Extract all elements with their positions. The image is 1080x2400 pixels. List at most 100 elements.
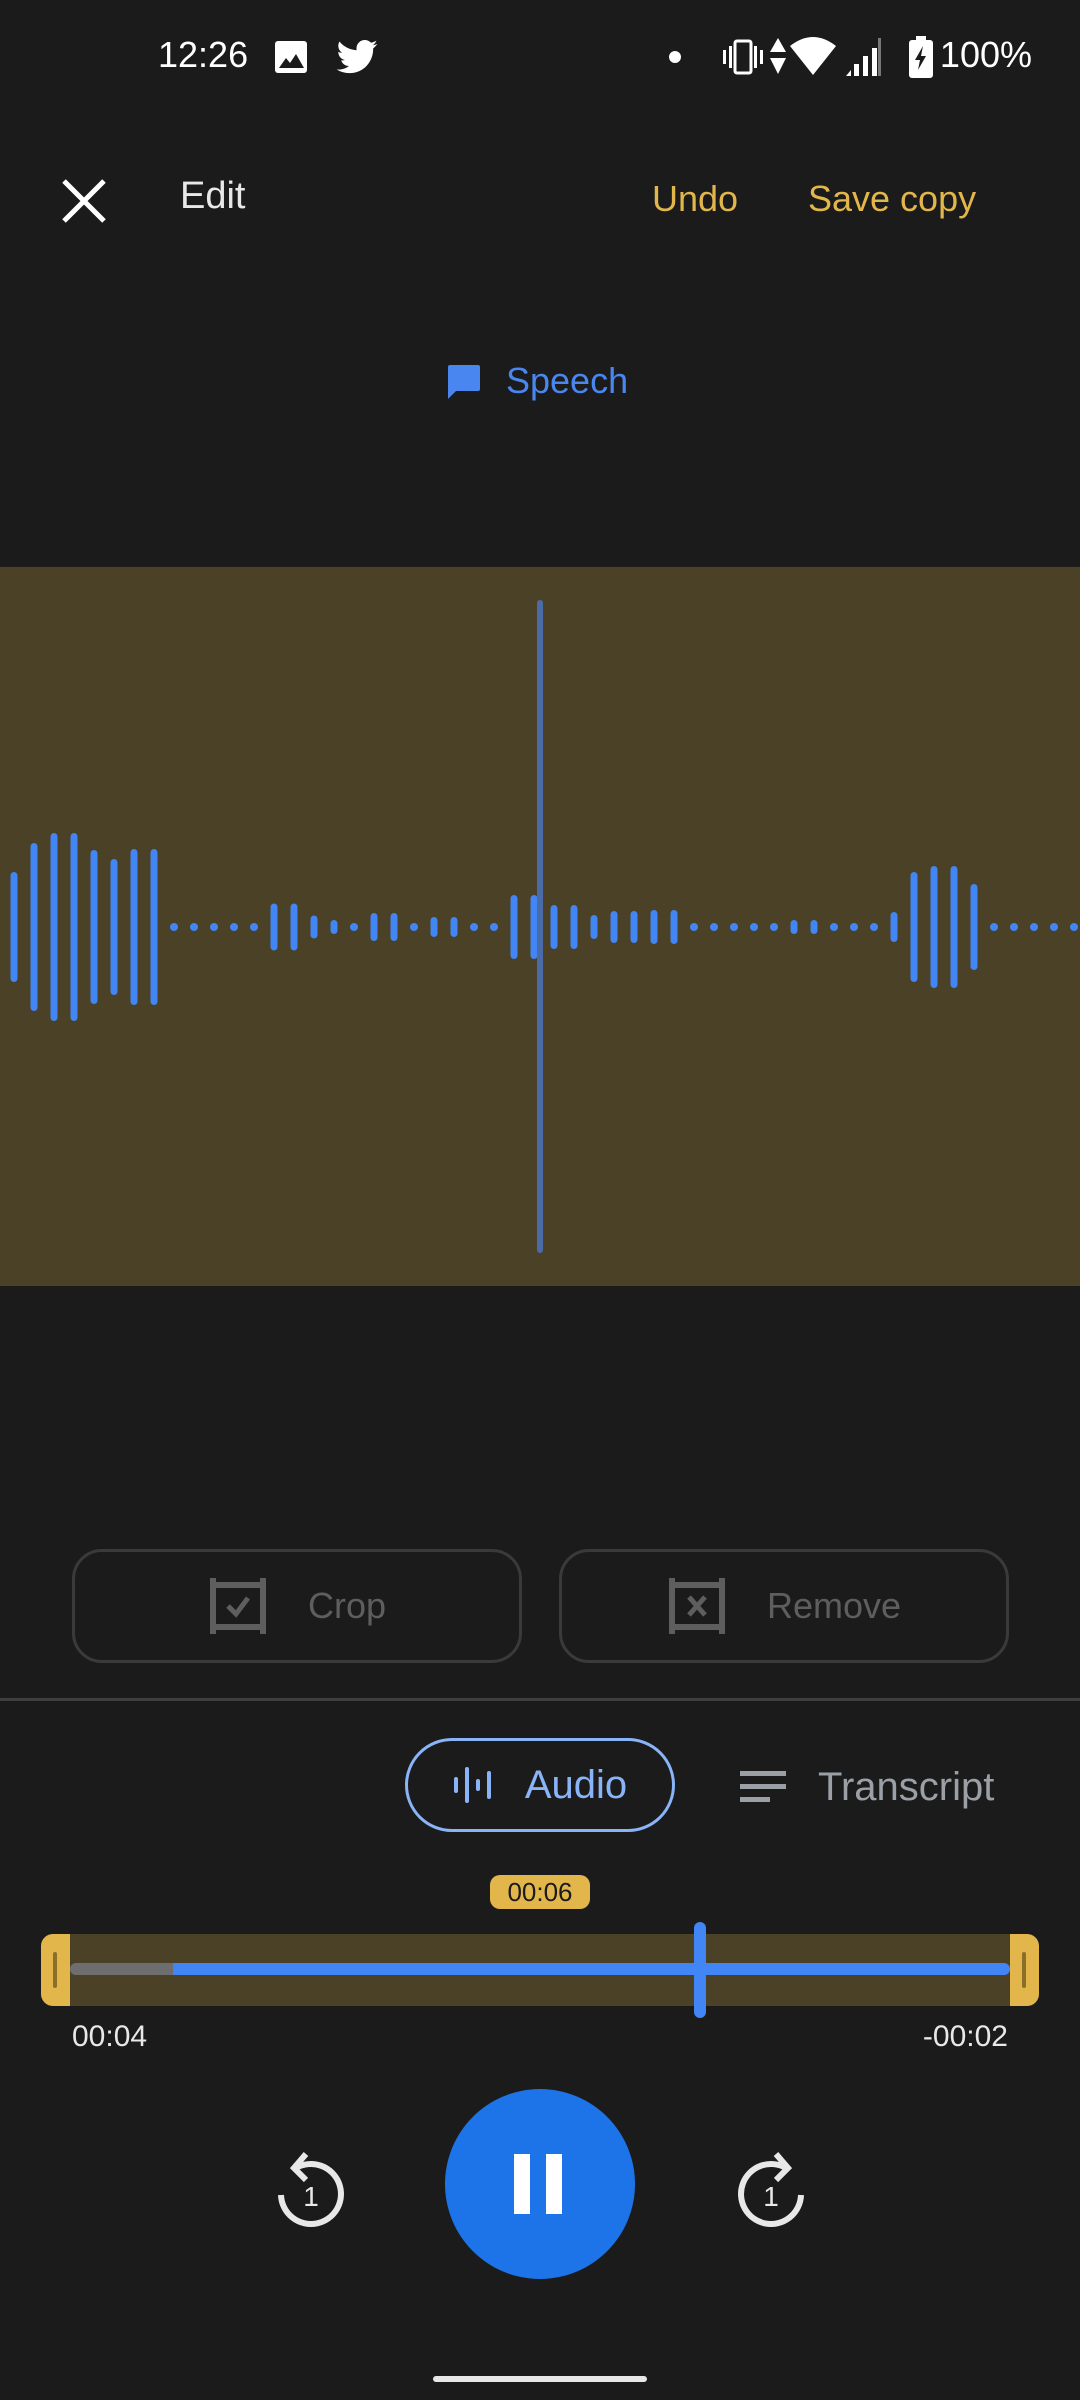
waveform-bar (90, 850, 98, 1004)
handle-grip (53, 1952, 57, 1988)
waveform-bar (570, 905, 578, 949)
vibrate-icon (723, 39, 763, 75)
transcript-label: Transcript (818, 1764, 995, 1809)
speech-label: Speech (446, 360, 628, 402)
waveform-dot (170, 923, 178, 931)
waveform-bar (30, 843, 38, 1011)
waveform-bar (610, 911, 618, 943)
waveform-bar (150, 849, 158, 1005)
waveform-dot (850, 923, 858, 931)
crop-button[interactable]: Crop (72, 1549, 522, 1663)
forward-seconds: 1 (763, 2181, 779, 2212)
waveform-bar (290, 903, 298, 951)
waveform-bar (390, 913, 398, 941)
start-time: 00:04 (72, 2020, 148, 2053)
pause-icon (514, 2154, 562, 2214)
data-arrows-icon (770, 38, 786, 74)
waveform-dot (1050, 923, 1058, 931)
battery-percent: 100% (939, 34, 1032, 75)
wifi-icon (790, 37, 836, 75)
waveform-dot (230, 923, 238, 931)
waveform-bar (10, 872, 18, 982)
forward-icon: 1 (738, 2152, 804, 2227)
close-icon[interactable] (58, 175, 110, 227)
track-remaining (173, 1963, 1010, 1975)
waveform-bar (130, 849, 138, 1005)
waveform-dot (210, 923, 218, 931)
timeline-playhead[interactable] (693, 1922, 706, 2018)
waveform-bar (530, 895, 538, 959)
waveform-bar (50, 833, 58, 1021)
waveform-dot (490, 923, 498, 931)
waveform-dot (1030, 923, 1038, 931)
waveform-bar (970, 884, 978, 970)
notification-dot-icon (669, 51, 681, 63)
gallery-icon (275, 41, 307, 73)
audio-waveform-icon (453, 1767, 491, 1803)
waveform-dot (190, 923, 198, 931)
waveform-bar (270, 903, 278, 951)
waveform-dot (250, 923, 258, 931)
timeline-scrubber[interactable] (41, 1922, 1039, 2018)
remove-icon (668, 1578, 725, 1634)
waveform-bar (650, 910, 658, 944)
waveform-bar (950, 866, 958, 988)
waveform-bar (450, 917, 458, 937)
waveform-bar (890, 912, 898, 942)
trim-handle-end[interactable] (1010, 1934, 1039, 2006)
waveform-bar (430, 917, 438, 937)
waveform-bar (510, 895, 518, 959)
waveform-dot (1070, 923, 1078, 931)
waveform-dot (750, 923, 758, 931)
cell-signal-icon (846, 38, 881, 76)
waveform-bar (550, 905, 558, 949)
waveform-bar (670, 910, 678, 944)
waveform-bar (630, 911, 638, 943)
waveform-dot (690, 923, 698, 931)
waveform-bar (810, 920, 818, 934)
rewind-1s-button[interactable]: 1 (266, 2140, 356, 2230)
waveform-dot (870, 923, 878, 931)
status-time: 12:26 (158, 34, 249, 75)
waveform-bar (910, 872, 918, 982)
waveform-dot (830, 923, 838, 931)
remove-button[interactable]: Remove (559, 1549, 1009, 1663)
battery-charging-icon (909, 36, 933, 78)
current-time-badge: 00:06 (490, 1875, 590, 1909)
divider (0, 1698, 1080, 1701)
speech-bubble-icon (448, 365, 480, 399)
twitter-icon (336, 40, 378, 74)
rewind-seconds: 1 (303, 2181, 319, 2212)
waveform-dot (990, 923, 998, 931)
waveform-dot (730, 923, 738, 931)
remove-label: Remove (766, 1585, 902, 1626)
trim-handle-start[interactable] (41, 1934, 70, 2006)
waveform-dot (470, 923, 478, 931)
waveform-bar (930, 866, 938, 988)
rewind-icon: 1 (278, 2152, 344, 2227)
waveform-bar (370, 913, 378, 941)
speech-text: Speech (506, 360, 629, 401)
forward-1s-button[interactable]: 1 (726, 2140, 816, 2230)
waveform-dot (710, 923, 718, 931)
waveform-bar (110, 859, 118, 995)
crop-label: Crop (307, 1585, 387, 1626)
waveform-area[interactable] (0, 567, 1080, 1286)
waveform-bar (310, 915, 318, 939)
waveform-dot (770, 923, 778, 931)
page-title: Edit (180, 175, 246, 217)
crop-icon (209, 1578, 266, 1634)
waveform-dot (1010, 923, 1018, 931)
waveform-dot (350, 923, 358, 931)
pause-button[interactable] (445, 2089, 635, 2279)
tab-transcript[interactable]: Transcript (740, 1740, 994, 1834)
waveform-dot (410, 923, 418, 931)
waveform-playhead[interactable] (537, 600, 543, 1253)
undo-button[interactable]: Undo (652, 178, 738, 220)
tab-audio[interactable]: Audio (405, 1738, 675, 1832)
waveform (10, 600, 1078, 1253)
save-copy-button[interactable]: Save copy (808, 178, 976, 220)
home-indicator[interactable] (433, 2376, 647, 2382)
handle-grip (1022, 1952, 1026, 1988)
track-played (70, 1963, 174, 1975)
